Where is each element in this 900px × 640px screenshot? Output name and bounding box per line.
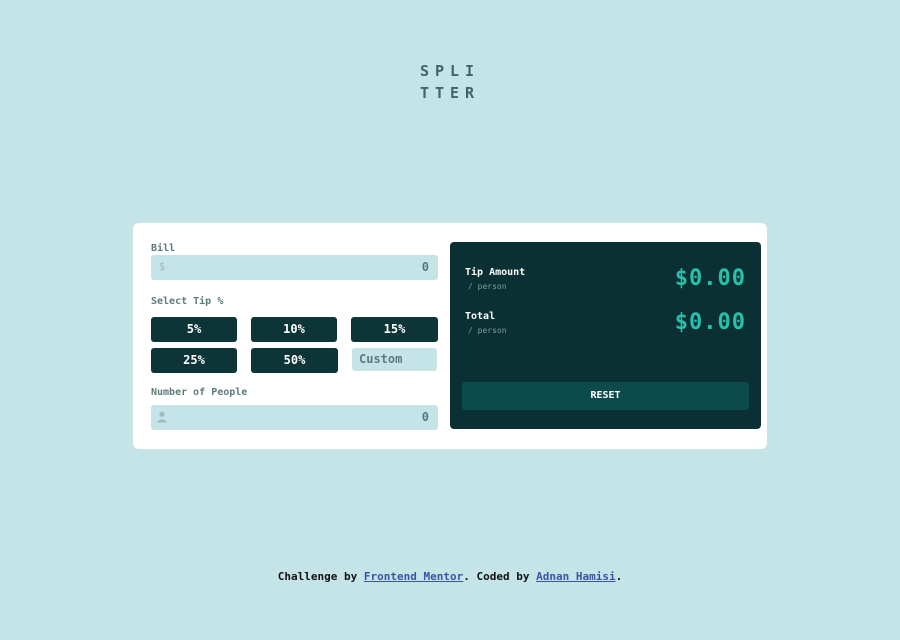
select-tip-label: Select Tip % [151, 296, 224, 307]
tip-50-button[interactable]: 50% [251, 348, 338, 373]
bill-input[interactable]: $ 0 [151, 255, 438, 280]
attribution-footer: Challenge by Frontend Mentor. Coded by A… [0, 570, 900, 583]
bill-label: Bill [151, 243, 176, 254]
tip-amount-value: $0.00 [674, 266, 746, 291]
tip-amount-label: Tip Amount [465, 267, 526, 278]
tip-15-button[interactable]: 15% [351, 317, 438, 342]
dollar-icon: $ [158, 260, 166, 273]
frontend-mentor-link[interactable]: Frontend Mentor [364, 570, 463, 583]
logo-line-2: TTER [419, 84, 481, 102]
tip-10-button[interactable]: 10% [251, 317, 337, 342]
bill-value: 0 [421, 260, 429, 274]
author-link[interactable]: Adnan Hamisi [536, 570, 615, 583]
total-per-person-label: / person [468, 326, 507, 335]
tip-amount-per-person-label: / person [468, 282, 507, 291]
custom-tip-input[interactable]: Custom [352, 348, 437, 371]
people-value: 0 [421, 410, 429, 424]
people-input[interactable]: 0 [151, 405, 438, 430]
tip-25-button[interactable]: 25% [151, 348, 237, 373]
number-of-people-label: Number of People [151, 387, 248, 398]
total-label: Total [465, 311, 496, 322]
tip-5-button[interactable]: 5% [151, 317, 237, 342]
total-value: $0.00 [674, 310, 746, 335]
footer-middle: . Coded by [463, 570, 537, 583]
calculator-card: Bill $ 0 Select Tip % 5% 10% 15% 25% 50%… [133, 223, 767, 449]
footer-suffix: . [615, 570, 623, 583]
reset-button[interactable]: RESET [462, 382, 749, 410]
app-logo: SPLI TTER [0, 60, 900, 104]
person-icon [157, 410, 167, 424]
footer-prefix: Challenge by [277, 570, 364, 583]
result-panel: Tip Amount / person $0.00 Total / person… [450, 242, 761, 429]
logo-line-1: SPLI [419, 62, 481, 80]
